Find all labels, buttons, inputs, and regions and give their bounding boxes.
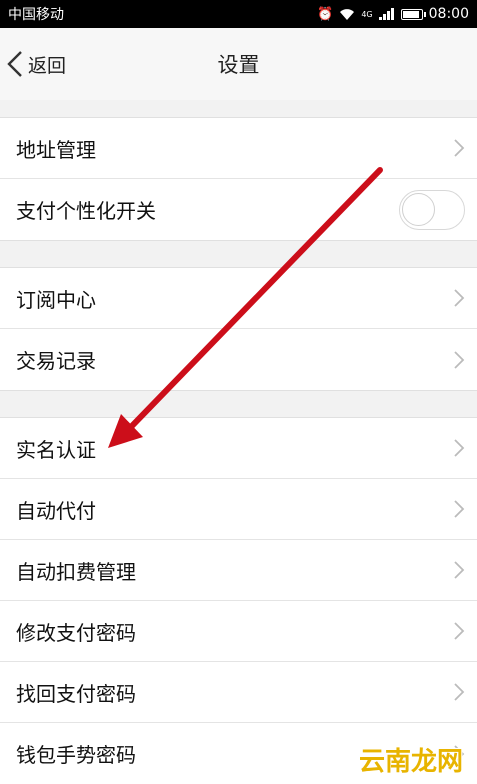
nav-bar: 设置 返回	[0, 28, 477, 100]
auto-pay-for-others-item[interactable]: 自动代付	[0, 479, 477, 540]
status-bar: 中国移动 ⏰ 4G 08:00	[0, 0, 477, 28]
status-icons: ⏰ 4G 08:00	[317, 6, 469, 22]
chevron-left-icon	[7, 51, 22, 77]
chevron-right-icon	[454, 439, 465, 457]
settings-group-2: 订阅中心 交易记录	[0, 267, 477, 391]
page-title: 设置	[217, 53, 260, 77]
chevron-right-icon	[454, 350, 465, 369]
alarm-icon: ⏰	[317, 6, 334, 22]
wifi-icon	[340, 8, 355, 20]
item-label: 地址管理	[16, 137, 96, 162]
carrier-label: 中国移动	[8, 7, 64, 23]
chevron-right-icon	[454, 683, 465, 701]
recover-payment-password-item[interactable]: 找回支付密码	[0, 662, 477, 723]
chevron-right-icon	[454, 622, 465, 640]
payment-personalization-item: 支付个性化开关	[0, 179, 477, 240]
address-management-item[interactable]: 地址管理	[0, 118, 477, 179]
subscription-center-item[interactable]: 订阅中心	[0, 268, 477, 329]
item-label: 找回支付密码	[16, 681, 136, 706]
signal-icon	[378, 8, 394, 20]
item-label: 实名认证	[16, 437, 96, 462]
change-payment-password-item[interactable]: 修改支付密码	[0, 601, 477, 662]
network-type-label: 4G	[361, 9, 373, 19]
item-label: 订阅中心	[16, 287, 96, 312]
item-label: 自动扣费管理	[16, 559, 136, 584]
item-label: 支付个性化开关	[16, 199, 156, 223]
chevron-right-icon	[454, 561, 465, 579]
chevron-right-icon	[454, 139, 465, 157]
item-label: 修改支付密码	[16, 620, 136, 645]
transaction-records-item[interactable]: 交易记录	[0, 329, 477, 390]
watermark-logo: 云南龙网	[358, 747, 463, 777]
item-label: 交易记录	[16, 349, 96, 373]
item-label: 自动代付	[16, 498, 96, 523]
back-button[interactable]: 返回	[6, 28, 66, 100]
back-label: 返回	[28, 54, 67, 77]
payment-personalization-toggle[interactable]	[399, 189, 465, 230]
item-label: 钱包手势密码	[16, 743, 136, 767]
auto-deduction-management-item[interactable]: 自动扣费管理	[0, 540, 477, 601]
real-name-verification-item[interactable]: 实名认证	[0, 418, 477, 479]
settings-group-3: 实名认证 自动代付 自动扣费管理 修改支付密码 找回支付密码 钱包手势密码	[0, 417, 477, 784]
settings-group-1: 地址管理 支付个性化开关	[0, 117, 477, 241]
chevron-right-icon	[454, 289, 465, 307]
battery-icon	[400, 8, 426, 20]
chevron-right-icon	[454, 500, 465, 518]
clock-time: 08:00	[428, 6, 469, 22]
toggle-knob	[402, 192, 435, 226]
